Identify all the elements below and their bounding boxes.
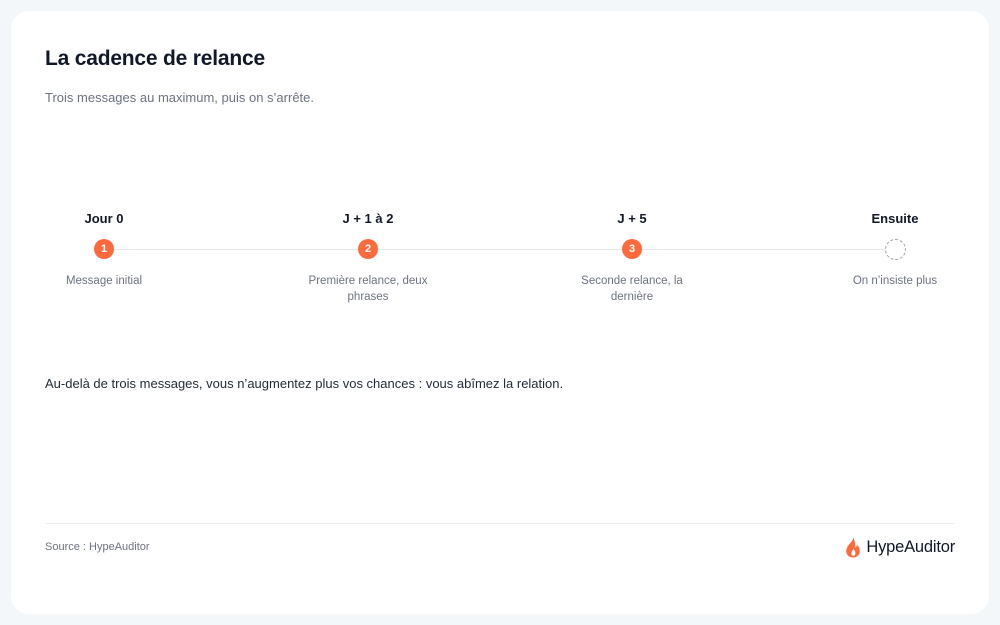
card: La cadence de relance Trois messages au …: [11, 11, 989, 614]
note-text: Au-delà de trois messages, vous n’augmen…: [45, 376, 564, 391]
brand-logo: HypeAuditor: [844, 536, 955, 558]
step-label: Jour 0: [84, 211, 124, 226]
step-label: J + 5: [617, 211, 647, 226]
step-label: Ensuite: [871, 211, 919, 226]
step-marker: 2: [358, 239, 378, 259]
brand-name: HypeAuditor: [866, 537, 955, 556]
step-marker: 3: [622, 239, 642, 259]
source-text: Source : HypeAuditor: [45, 541, 150, 553]
page-title: La cadence de relance: [45, 47, 265, 70]
step-label: J + 1 à 2: [342, 211, 394, 226]
flame-icon: [846, 537, 861, 558]
step-description: On n’insiste plus: [852, 275, 938, 287]
page-subtitle: Trois messages au maximum, puis on s’arr…: [45, 90, 315, 105]
step-description: Première relance, deux phrases: [308, 275, 428, 303]
step-description: Message initial: [65, 275, 143, 287]
step-marker: 1: [94, 239, 114, 259]
timeline-line: [104, 249, 895, 250]
step-marker-pending: [885, 239, 906, 260]
divider: [45, 523, 955, 524]
step-description: Seconde relance, la dernière: [581, 275, 683, 303]
